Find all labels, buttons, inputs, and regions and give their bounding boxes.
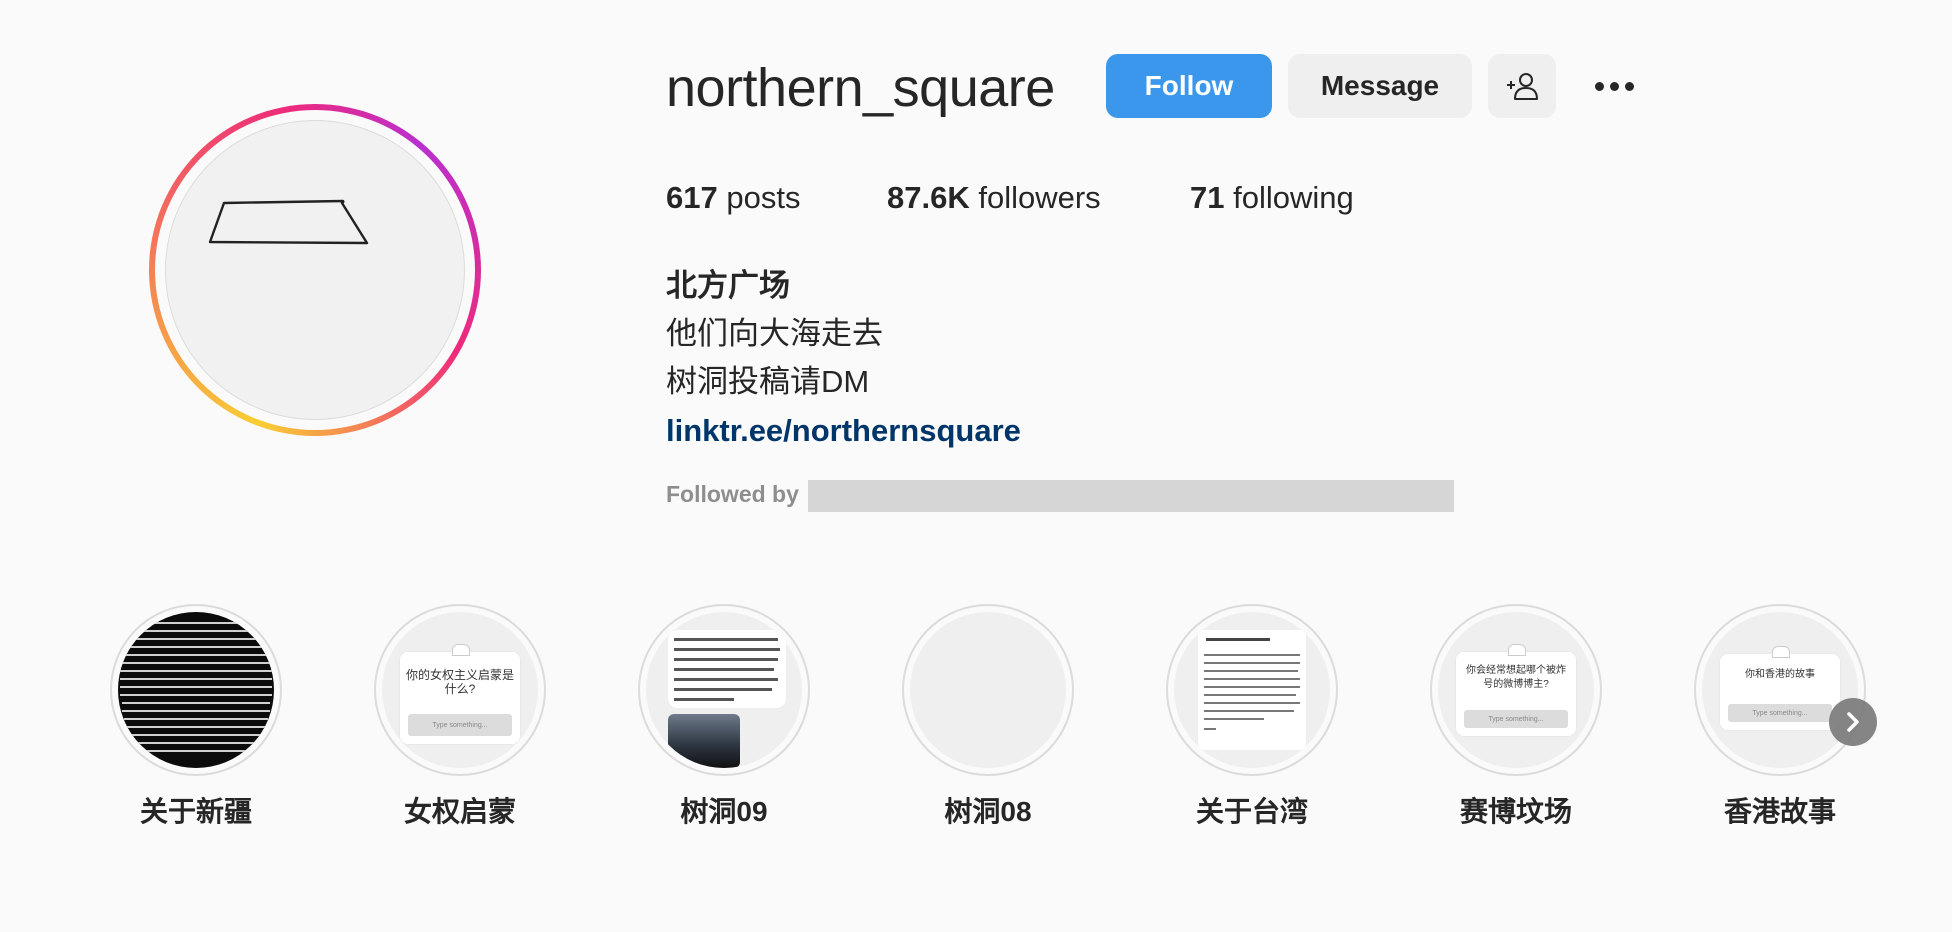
following-label: following [1233,180,1354,215]
profile-avatar[interactable] [165,120,465,420]
question-card-input: Type something... [1464,710,1568,728]
following-stat[interactable]: 71 following [1190,178,1354,218]
followers-count: 87.6K [887,180,970,215]
question-card-input: Type something... [1728,704,1832,722]
posts-stat: 617 posts [666,178,800,218]
highlight-label: 关于台湾 [1195,796,1308,827]
highlight-label: 赛博坟场 [1459,796,1572,827]
question-card-title: 你的女权主义启蒙是什么? [406,668,515,696]
suggested-accounts-button[interactable] [1488,54,1556,118]
highlight-cover [910,612,1066,768]
bio-line-1: 他们向大海走去 [666,316,883,351]
highlight-item[interactable]: 关于新疆 [108,604,284,834]
message-bubble [668,630,786,708]
highlight-label: 树洞09 [680,796,768,827]
highlight-cover [118,612,274,768]
highlight-item[interactable]: 关于台湾 [1164,604,1340,834]
chevron-right-icon [1847,712,1859,732]
text-card [1198,630,1306,750]
posts-label: posts [726,180,801,215]
followed-by-redacted [808,480,1454,512]
question-card: 你和香港的故事 Type something... [1720,646,1840,730]
highlight-item[interactable]: 树洞08 [900,604,1076,834]
screenshot-thumbnail [668,714,740,768]
followers-label: followers [978,180,1101,215]
bio-line-2: 树洞投稿请DM [666,364,870,399]
followers-stat[interactable]: 87.6K followers [887,178,1101,218]
highlight-label: 女权启蒙 [403,796,516,827]
more-options-icon[interactable] [1584,64,1644,108]
question-card-title: 你和香港的故事 [1745,669,1815,680]
highlight-cover [646,612,802,768]
highlight-item[interactable]: 你的女权主义启蒙是什么? Type something... 女权启蒙 [372,604,548,834]
highlights-next-button[interactable] [1829,698,1877,746]
question-card-title: 你会经常想起哪个被炸号的微博博主? [1466,665,1566,690]
followed-by-label: Followed by [666,481,799,507]
question-card: 你的女权主义启蒙是什么? Type something... [400,644,520,744]
highlight-cover: 你的女权主义启蒙是什么? Type something... [382,612,538,768]
highlight-item[interactable]: 你会经常想起哪个被炸号的微博博主? Type something... 赛博坟场 [1428,604,1604,834]
profile-full-name: 北方广场 [666,268,790,303]
highlight-cover: 你会经常想起哪个被炸号的微博博主? Type something... [1438,612,1594,768]
highlight-label: 香港故事 [1723,796,1836,827]
posts-count: 617 [666,180,718,215]
question-card-input: Type something... [408,714,512,736]
highlight-cover [1174,612,1330,768]
profile-username: northern_square [666,58,1055,118]
message-button[interactable]: Message [1288,54,1472,118]
highlight-label: 树洞08 [944,796,1032,827]
question-card: 你会经常想起哪个被炸号的微博博主? Type something... [1456,644,1576,736]
bio-link[interactable]: linktr.ee/northernsquare [666,411,1021,451]
text-page-cover [120,622,272,752]
highlight-label: 关于新疆 [139,796,252,827]
highlight-item[interactable]: 树洞09 [636,604,812,834]
trapezoid-logo-drawing [208,199,369,245]
add-person-icon [1507,73,1538,100]
highlight-cover: 你和香港的故事 Type something... [1702,612,1858,768]
following-count: 71 [1190,180,1225,215]
follow-button[interactable]: Follow [1106,54,1272,118]
